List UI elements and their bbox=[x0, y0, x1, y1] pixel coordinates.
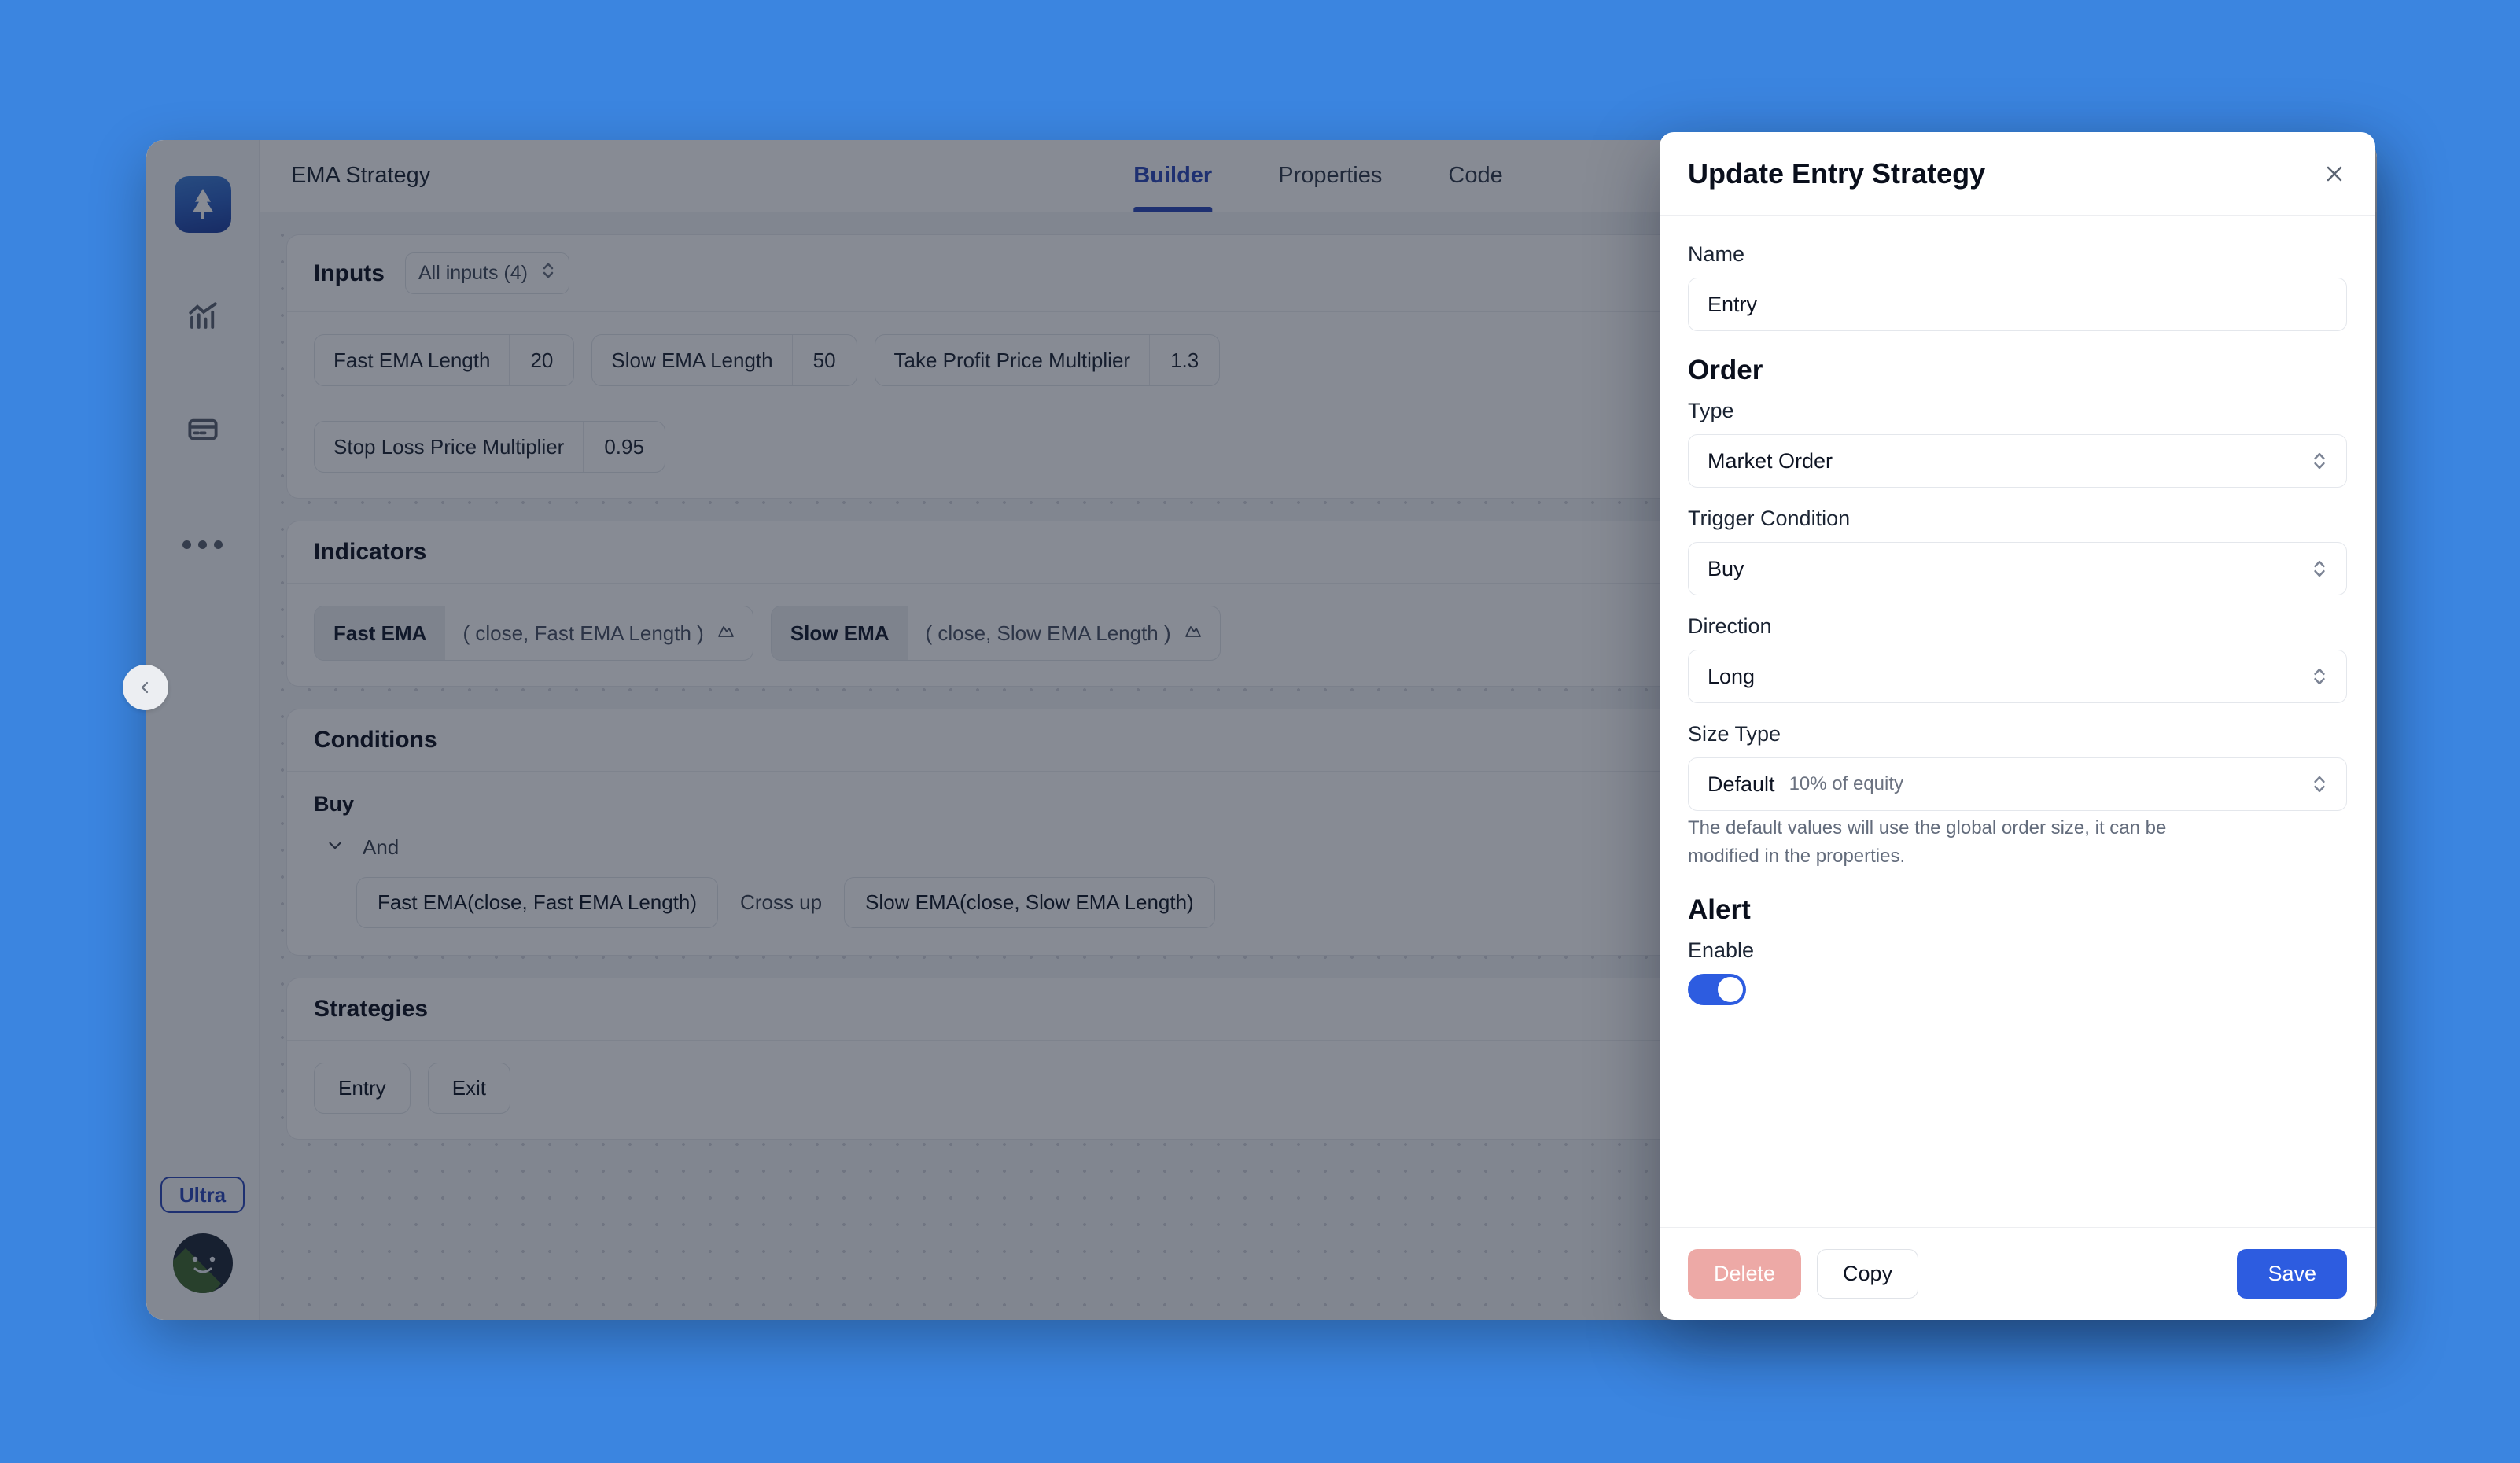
order-section-heading: Order bbox=[1688, 355, 1763, 385]
tab-builder[interactable]: Builder bbox=[1100, 140, 1245, 212]
indicator-params: ( close, Slow EMA Length ) bbox=[908, 606, 1220, 660]
trigger-condition-value: Buy bbox=[1708, 556, 1744, 580]
alert-section-heading: Alert bbox=[1688, 894, 1751, 925]
input-chip[interactable]: Stop Loss Price Multiplier 0.95 bbox=[314, 421, 665, 473]
more-dots-icon bbox=[182, 540, 223, 549]
chevron-down-icon bbox=[325, 835, 345, 860]
condition-left-operand[interactable]: Fast EMA(close, Fast EMA Length) bbox=[356, 877, 719, 928]
dialog-footer: Delete Copy Save bbox=[1660, 1227, 2375, 1320]
dialog-title: Update Entry Strategy bbox=[1688, 157, 1986, 190]
size-type-value: Default bbox=[1708, 772, 1775, 796]
chevron-updown-icon bbox=[2312, 450, 2327, 472]
sidebar-rail: Ultra bbox=[146, 140, 260, 1320]
size-type-label: Size Type bbox=[1688, 722, 1781, 746]
input-label: Slow EMA Length bbox=[611, 348, 773, 372]
input-chip[interactable]: Fast EMA Length 20 bbox=[314, 334, 575, 386]
indicator-name: Fast EMA bbox=[315, 606, 446, 660]
field-alert-enable: Enable bbox=[1688, 938, 2347, 1005]
order-type-value: Market Order bbox=[1708, 448, 1833, 473]
strategy-entry-button[interactable]: Entry bbox=[314, 1063, 411, 1114]
dialog-body: Name Entry Order Type Market Order Trigg… bbox=[1660, 216, 2375, 1227]
dialog-header: Update Entry Strategy bbox=[1660, 132, 2375, 216]
chevron-updown-icon bbox=[2312, 665, 2327, 687]
indicator-chip[interactable]: Slow EMA ( close, Slow EMA Length ) bbox=[770, 606, 1221, 661]
indicator-params-text: ( close, Slow EMA Length ) bbox=[925, 621, 1171, 645]
input-value: 20 bbox=[509, 335, 573, 385]
input-label: Stop Loss Price Multiplier bbox=[333, 434, 565, 459]
delete-button[interactable]: Delete bbox=[1688, 1249, 1802, 1299]
indicator-name: Slow EMA bbox=[771, 606, 908, 660]
name-input[interactable]: Entry bbox=[1688, 278, 2347, 331]
pine-tree-logo-icon[interactable] bbox=[174, 176, 231, 233]
update-entry-strategy-dialog: Update Entry Strategy Name Entry Order T… bbox=[1660, 132, 2375, 1320]
input-label: Take Profit Price Multiplier bbox=[893, 348, 1131, 372]
sidebar-footer: Ultra bbox=[146, 1177, 259, 1293]
field-size-type: Size Type Default 10% of equity The defa… bbox=[1688, 722, 2347, 871]
trigger-condition-select[interactable]: Buy bbox=[1688, 542, 2347, 595]
avatar[interactable] bbox=[172, 1233, 233, 1293]
indicator-chip[interactable]: Fast EMA ( close, Fast EMA Length ) bbox=[314, 606, 753, 661]
sidebar-item-billing[interactable] bbox=[175, 403, 231, 459]
indicator-params: ( close, Fast EMA Length ) bbox=[445, 606, 752, 660]
chevron-updown-icon bbox=[540, 260, 556, 286]
mountain-chart-icon bbox=[717, 621, 735, 646]
alert-enable-label: Enable bbox=[1688, 938, 1755, 962]
condition-comparator[interactable]: Cross up bbox=[740, 890, 822, 915]
input-chip[interactable]: Slow EMA Length 50 bbox=[591, 334, 857, 386]
save-button[interactable]: Save bbox=[2237, 1249, 2347, 1299]
direction-label: Direction bbox=[1688, 614, 1772, 638]
close-icon[interactable] bbox=[2322, 161, 2347, 186]
field-direction: Direction Long bbox=[1688, 614, 2347, 703]
field-trigger-condition: Trigger Condition Buy bbox=[1688, 507, 2347, 595]
panel-title: Indicators bbox=[314, 539, 427, 565]
direction-select[interactable]: Long bbox=[1688, 650, 2347, 703]
order-type-label: Type bbox=[1688, 399, 1734, 422]
inputs-filter-label: All inputs (4) bbox=[418, 262, 528, 284]
direction-value: Long bbox=[1708, 664, 1756, 688]
field-order-type: Type Market Order bbox=[1688, 399, 2347, 488]
plan-badge-ultra[interactable]: Ultra bbox=[160, 1177, 245, 1213]
tab-properties[interactable]: Properties bbox=[1245, 140, 1415, 212]
input-value: 50 bbox=[791, 335, 857, 385]
sidebar-item-more[interactable] bbox=[175, 516, 231, 573]
input-chip[interactable]: Take Profit Price Multiplier 1.3 bbox=[874, 334, 1221, 386]
panel-title: Conditions bbox=[314, 727, 437, 753]
indicator-params-text: ( close, Fast EMA Length ) bbox=[462, 621, 704, 645]
size-type-select[interactable]: Default 10% of equity bbox=[1688, 757, 2347, 811]
size-type-help-text: The default values will use the global o… bbox=[1688, 817, 2167, 867]
condition-operator: And bbox=[363, 835, 400, 859]
order-type-select[interactable]: Market Order bbox=[1688, 434, 2347, 488]
strategy-exit-button[interactable]: Exit bbox=[427, 1063, 511, 1114]
tab-code[interactable]: Code bbox=[1415, 140, 1535, 212]
mountain-chart-icon bbox=[1184, 621, 1203, 646]
panel-title: Inputs bbox=[314, 260, 385, 286]
chevron-updown-icon bbox=[2312, 558, 2327, 580]
sidebar-collapse-handle[interactable] bbox=[123, 665, 168, 710]
tab-bar: Builder Properties Code bbox=[1100, 140, 1535, 212]
name-input-value: Entry bbox=[1708, 292, 1758, 316]
input-label: Fast EMA Length bbox=[333, 348, 491, 372]
credit-card-icon bbox=[186, 413, 219, 450]
chevron-updown-icon bbox=[2312, 773, 2327, 795]
name-label: Name bbox=[1688, 242, 1745, 266]
document-title: EMA Strategy bbox=[291, 163, 431, 188]
input-value: 1.3 bbox=[1149, 335, 1219, 385]
panel-title: Strategies bbox=[314, 996, 429, 1022]
alert-enable-toggle[interactable] bbox=[1688, 974, 1746, 1005]
condition-right-operand[interactable]: Slow EMA(close, Slow EMA Length) bbox=[844, 877, 1215, 928]
inputs-filter-select[interactable]: All inputs (4) bbox=[405, 252, 569, 294]
sidebar-item-analytics[interactable] bbox=[175, 289, 231, 346]
field-name: Name Entry bbox=[1688, 242, 2347, 331]
input-value: 0.95 bbox=[583, 422, 665, 472]
analytics-chart-icon bbox=[186, 300, 219, 337]
trigger-condition-label: Trigger Condition bbox=[1688, 507, 1851, 530]
size-type-hint: 10% of equity bbox=[1789, 773, 1903, 794]
copy-button[interactable]: Copy bbox=[1817, 1249, 1919, 1299]
